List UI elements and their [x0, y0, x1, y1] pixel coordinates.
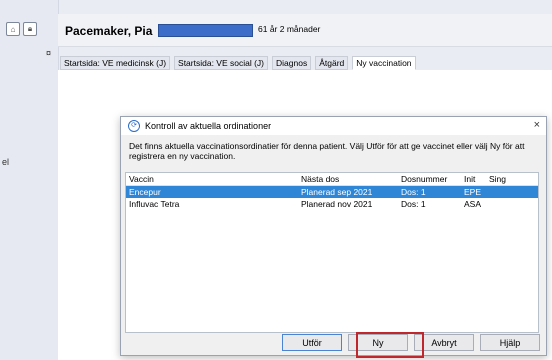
tab-diagnos[interactable]: Diagnos	[272, 56, 312, 70]
left-panel: ⌂ 🔒︎ ¤ el	[0, 0, 59, 360]
execute-button[interactable]: Utför	[282, 334, 342, 351]
dialog-buttons: Utför Ny Avbryt Hjälp	[282, 334, 540, 351]
control-dialog: ⟳ Kontroll av aktuella ordinationer × De…	[120, 116, 547, 358]
column-header-sing[interactable]: Sing	[489, 174, 529, 184]
cell-vaccine: Influvac Tetra	[129, 199, 180, 209]
home-icon[interactable]: ⌂	[6, 22, 20, 36]
cell-dose-number: Dos: 1	[401, 199, 426, 209]
cancel-button[interactable]: Avbryt	[414, 334, 474, 351]
dialog-title: Kontroll av aktuella ordinationer	[145, 121, 272, 131]
vaccination-table: Vaccin Nästa dos Dosnummer Init Sing Enc…	[125, 172, 539, 333]
refresh-icon: ⟳	[128, 120, 140, 132]
cell-vaccine: Encepur	[129, 187, 161, 197]
tab-startsida-ve-medicinsk[interactable]: Startsida: VE medicinsk (J)	[60, 56, 171, 70]
patient-id-redacted	[158, 24, 253, 37]
column-header-vaccin[interactable]: Vaccin	[126, 174, 301, 184]
tab-bar: Startsida: VE medicinsk (J) Startsida: V…	[60, 56, 416, 70]
patient-header: Pacemaker, Pia 61 år 2 månader	[58, 14, 552, 47]
tab-startsida-ve-social[interactable]: Startsida: VE social (J)	[174, 56, 269, 70]
cell-dose-number: Dos: 1	[401, 187, 426, 197]
dialog-message: Det finns aktuella vaccinationsordinatie…	[129, 141, 525, 161]
cell-init: EPE	[464, 187, 482, 197]
close-icon[interactable]: ×	[534, 119, 540, 131]
column-header-nasta-dos[interactable]: Nästa dos	[301, 174, 401, 184]
new-button[interactable]: Ny	[348, 334, 408, 351]
column-header-init[interactable]: Init	[464, 174, 489, 184]
left-panel-label: el	[2, 157, 10, 167]
lock-icon[interactable]: 🔒︎	[23, 22, 37, 36]
patient-age: 61 år 2 månader	[258, 24, 321, 34]
table-header: Vaccin Nästa dos Dosnummer Init Sing	[126, 173, 538, 186]
help-button[interactable]: Hjälp	[480, 334, 540, 351]
cell-next-dose: Planerad nov 2021	[301, 199, 373, 209]
table-row[interactable]: Influvac Tetra Planerad nov 2021 Dos: 1 …	[126, 198, 538, 210]
column-header-dosnummer[interactable]: Dosnummer	[401, 174, 464, 184]
pin-icon[interactable]: ¤	[46, 48, 51, 58]
toolbar-icons: ⌂ 🔒︎	[6, 22, 37, 36]
tab-atgard[interactable]: Åtgärd	[315, 56, 349, 70]
tab-ny-vaccination[interactable]: Ny vaccination	[352, 56, 416, 70]
cell-next-dose: Planerad sep 2021	[301, 187, 373, 197]
table-row[interactable]: Encepur Planerad sep 2021 Dos: 1 EPE	[126, 186, 538, 198]
dialog-titlebar: ⟳ Kontroll av aktuella ordinationer ×	[121, 117, 546, 135]
patient-name: Pacemaker, Pia	[65, 24, 153, 38]
cell-init: ASA	[464, 199, 482, 209]
